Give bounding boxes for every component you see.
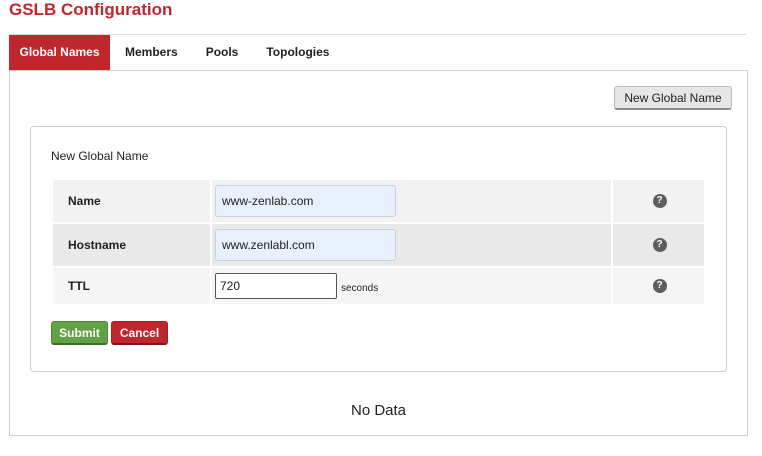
help-icon[interactable]: ? (652, 194, 667, 208)
name-input[interactable] (215, 185, 396, 217)
ttl-unit: seconds (341, 282, 379, 294)
name-label: Name (53, 180, 212, 222)
tab-topologies[interactable]: Topologies (252, 35, 343, 71)
new-global-name-button[interactable]: New Global Name (614, 86, 732, 110)
form-row-name: Name ? (53, 180, 704, 222)
ttl-help-cell: ? (615, 268, 704, 304)
page-title: GSLB Configuration (9, 0, 173, 19)
ttl-input[interactable] (215, 273, 337, 299)
hostname-help-cell: ? (615, 224, 704, 266)
hostname-value-cell (213, 224, 613, 266)
empty-state: No Data (350, 402, 407, 419)
submit-button[interactable]: Submit (51, 321, 108, 345)
name-value-cell (213, 180, 613, 222)
hostname-label: Hostname (53, 224, 212, 266)
tab-members[interactable]: Members (111, 35, 192, 71)
tab-pools[interactable]: Pools (192, 35, 253, 71)
tab-bar: Global Names Members Pools Topologies (9, 35, 343, 71)
tab-global-names[interactable]: Global Names (9, 35, 110, 71)
form-title: New Global Name (51, 149, 149, 163)
form-row-hostname: Hostname ? (53, 224, 704, 266)
help-icon[interactable]: ? (652, 238, 667, 252)
name-help-cell: ? (615, 180, 704, 222)
hostname-input[interactable] (215, 229, 396, 261)
form-row-ttl: TTL seconds ? (53, 268, 704, 304)
ttl-value-cell: seconds (213, 268, 613, 304)
cancel-button[interactable]: Cancel (111, 321, 168, 345)
help-icon[interactable]: ? (652, 279, 667, 293)
ttl-label: TTL (53, 268, 212, 304)
